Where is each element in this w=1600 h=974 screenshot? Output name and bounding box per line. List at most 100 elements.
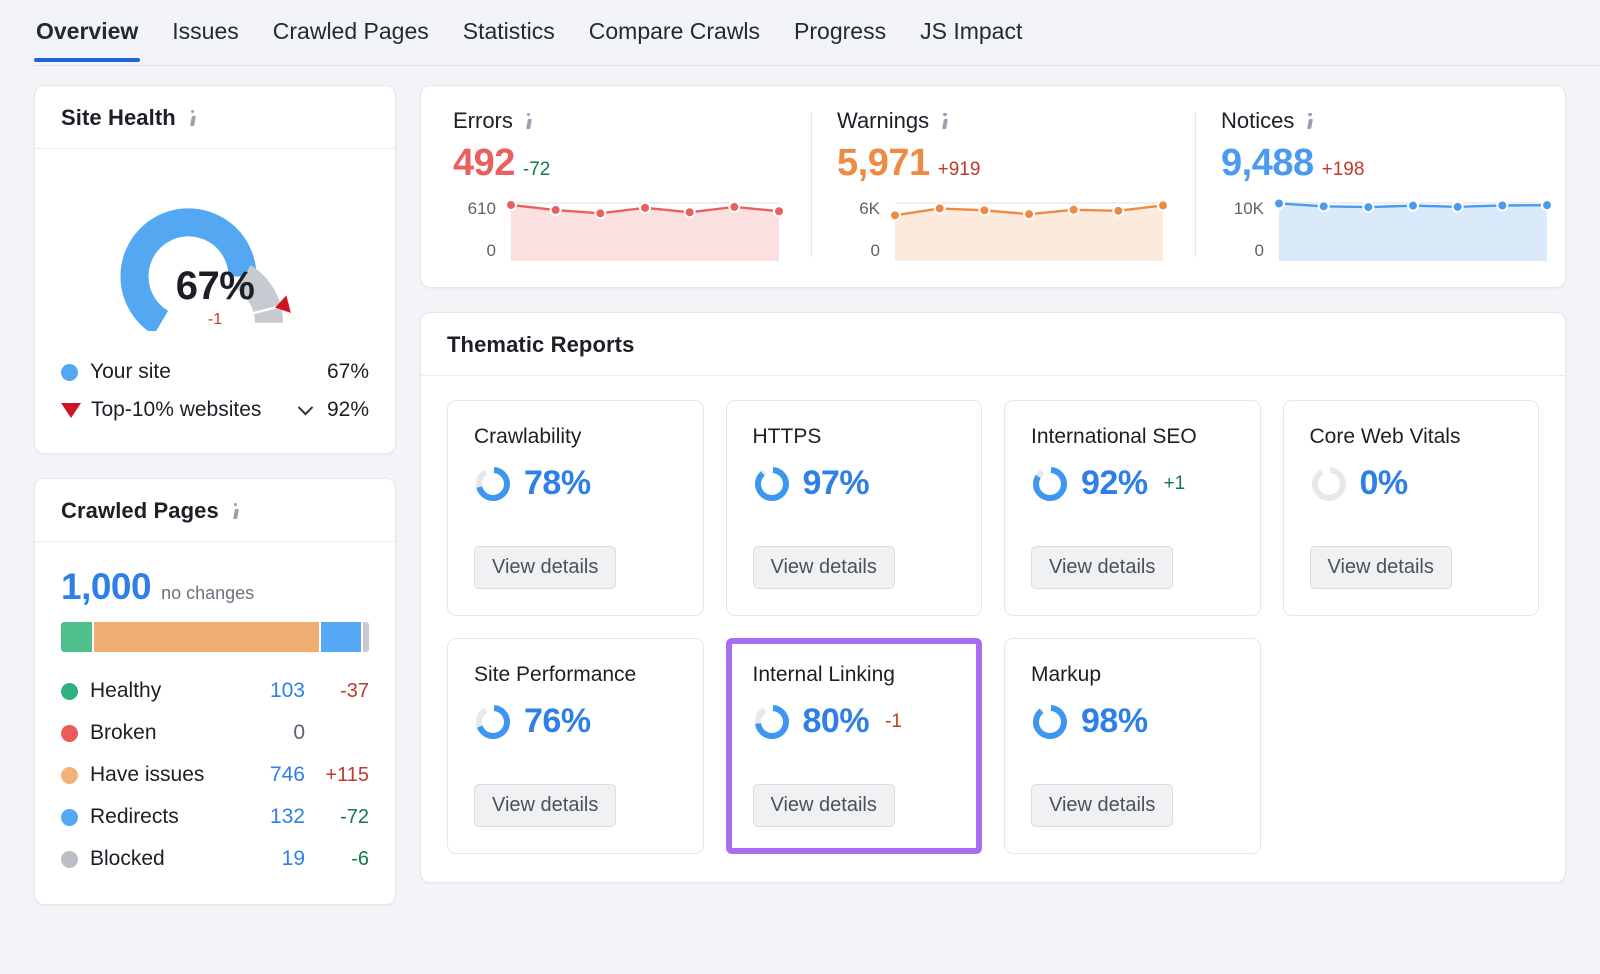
axis-min-label: 0 — [871, 241, 880, 261]
thematic-card-crawlability[interactable]: Crawlability 78% View details — [447, 400, 704, 616]
legend-label: Your site — [90, 360, 327, 384]
axis-min-label: 0 — [1255, 241, 1264, 261]
crawled-pages-row-value: 132 — [243, 805, 305, 829]
crawled-pages-panel: Crawled Pages 1,000 no changes Healthy 1… — [34, 478, 396, 905]
sparkline-point — [1113, 206, 1123, 216]
sparkline-point — [1024, 209, 1034, 219]
stacked-bar-segment — [321, 622, 361, 652]
tab-crawled-pages[interactable]: Crawled Pages — [271, 0, 431, 62]
crawled-pages-row[interactable]: Have issues 746 +115 — [61, 754, 369, 796]
info-icon[interactable] — [1302, 112, 1318, 131]
tab-statistics[interactable]: Statistics — [461, 0, 557, 62]
chevron-down-icon[interactable] — [298, 399, 314, 415]
sparkline-area — [1279, 203, 1547, 261]
view-details-button[interactable]: View details — [1310, 546, 1452, 589]
stat-warnings: Warnings 5,971 +919 6K 0 — [811, 108, 1195, 261]
crawled-pages-breakdown: Healthy 103 -37 Broken 0 Have issues 746… — [61, 670, 369, 880]
crawled-pages-row[interactable]: Redirects 132 -72 — [61, 796, 369, 838]
view-details-button[interactable]: View details — [753, 784, 895, 827]
tab-js-impact[interactable]: JS Impact — [918, 0, 1024, 62]
progress-ring-icon — [753, 465, 791, 503]
stat-value: 492 — [453, 142, 515, 185]
main-tab-bar: Overview Issues Crawled Pages Statistics Com… — [0, 0, 1600, 66]
crawled-pages-row[interactable]: Broken 0 — [61, 712, 369, 754]
thematic-card-international-seo[interactable]: International SEO 92% +1 View details — [1004, 400, 1261, 616]
thematic-card-title: International SEO — [1031, 425, 1234, 449]
crawled-pages-title: Crawled Pages — [61, 498, 219, 524]
sparkline-point — [595, 208, 605, 218]
sparkline-point — [774, 206, 784, 216]
triangle-down-icon — [61, 403, 81, 418]
stacked-bar-segment — [61, 622, 92, 652]
sparkline-point — [729, 202, 739, 212]
view-details-button[interactable]: View details — [1031, 784, 1173, 827]
page-content: Site Health 67% -1 Y — [0, 66, 1600, 905]
info-icon[interactable] — [228, 502, 244, 521]
thematic-card-core-web-vitals[interactable]: Core Web Vitals 0% View details — [1283, 400, 1540, 616]
thematic-card-percent: 76% — [524, 702, 591, 741]
site-health-header: Site Health — [35, 86, 395, 149]
tab-compare-crawls[interactable]: Compare Crawls — [587, 0, 762, 62]
thematic-card-markup[interactable]: Markup 98% View details — [1004, 638, 1261, 854]
view-details-button[interactable]: View details — [474, 546, 616, 589]
thematic-card-internal-linking[interactable]: Internal Linking 80% -1 View details — [726, 638, 983, 854]
stat-value: 5,971 — [837, 142, 930, 185]
tab-overview[interactable]: Overview — [34, 0, 140, 62]
crawled-pages-row-delta: -6 — [305, 848, 369, 871]
legend-value: 92% — [327, 398, 369, 422]
stat-label: Warnings — [837, 108, 929, 134]
thematic-card-title: Internal Linking — [753, 663, 956, 687]
thematic-card-score: 97% — [753, 464, 956, 503]
progress-ring-icon — [474, 703, 512, 741]
stat-value-row: 9,488 +198 — [1221, 142, 1553, 185]
stat-sparkline: 610 0 — [453, 197, 785, 261]
thematic-card-percent: 78% — [524, 464, 591, 503]
stat-sparkline: 6K 0 — [837, 197, 1169, 261]
thematic-card-site-performance[interactable]: Site Performance 76% View details — [447, 638, 704, 854]
stat-value-row: 5,971 +919 — [837, 142, 1169, 185]
thematic-card-delta: -1 — [885, 711, 902, 733]
thematic-card-title: HTTPS — [753, 425, 956, 449]
site-health-title: Site Health — [61, 105, 176, 131]
view-details-button[interactable]: View details — [1031, 546, 1173, 589]
thematic-card-score: 92% +1 — [1031, 464, 1234, 503]
info-icon[interactable] — [521, 112, 537, 131]
thematic-card-percent: 0% — [1360, 464, 1408, 503]
info-icon[interactable] — [185, 109, 201, 128]
site-health-gauge: 67% -1 — [75, 183, 355, 331]
sparkline-point — [1158, 200, 1168, 210]
sparkline-point — [685, 207, 695, 217]
site-health-legend-row[interactable]: Top-10% websites 92% — [61, 391, 369, 429]
stat-delta: +198 — [1322, 159, 1365, 181]
sparkline-axis: 10K 0 — [1221, 197, 1273, 261]
sparkline-svg — [889, 197, 1169, 261]
thematic-card-title: Core Web Vitals — [1310, 425, 1513, 449]
sparkline-point — [890, 210, 900, 220]
tab-progress[interactable]: Progress — [792, 0, 888, 62]
stat-label: Notices — [1221, 108, 1294, 134]
thematic-card-percent: 98% — [1081, 702, 1148, 741]
axis-min-label: 0 — [487, 241, 496, 261]
sparkline-point — [1453, 202, 1463, 212]
stat-sparkline: 10K 0 — [1221, 197, 1553, 261]
thematic-reports-panel: Thematic Reports Crawlability 78% View d… — [420, 312, 1566, 883]
thematic-card-score: 78% — [474, 464, 677, 503]
thematic-card-percent: 92% — [1081, 464, 1148, 503]
crawled-pages-row[interactable]: Healthy 103 -37 — [61, 670, 369, 712]
thematic-card-https[interactable]: HTTPS 97% View details — [726, 400, 983, 616]
stat-value-row: 492 -72 — [453, 142, 785, 185]
stat-value: 9,488 — [1221, 142, 1314, 185]
status-dot-icon — [61, 767, 78, 784]
view-details-button[interactable]: View details — [474, 784, 616, 827]
progress-ring-icon — [1031, 465, 1069, 503]
thematic-card-percent: 80% — [803, 702, 870, 741]
crawled-pages-row-label: Healthy — [90, 679, 243, 703]
info-icon[interactable] — [937, 112, 953, 131]
view-details-button[interactable]: View details — [753, 546, 895, 589]
sparkline-axis: 610 0 — [453, 197, 505, 261]
tab-issues[interactable]: Issues — [170, 0, 240, 62]
crawled-pages-row[interactable]: Blocked 19 -6 — [61, 838, 369, 880]
sparkline-point — [1363, 202, 1373, 212]
thematic-reports-header: Thematic Reports — [421, 313, 1565, 376]
stat-label: Errors — [453, 108, 513, 134]
